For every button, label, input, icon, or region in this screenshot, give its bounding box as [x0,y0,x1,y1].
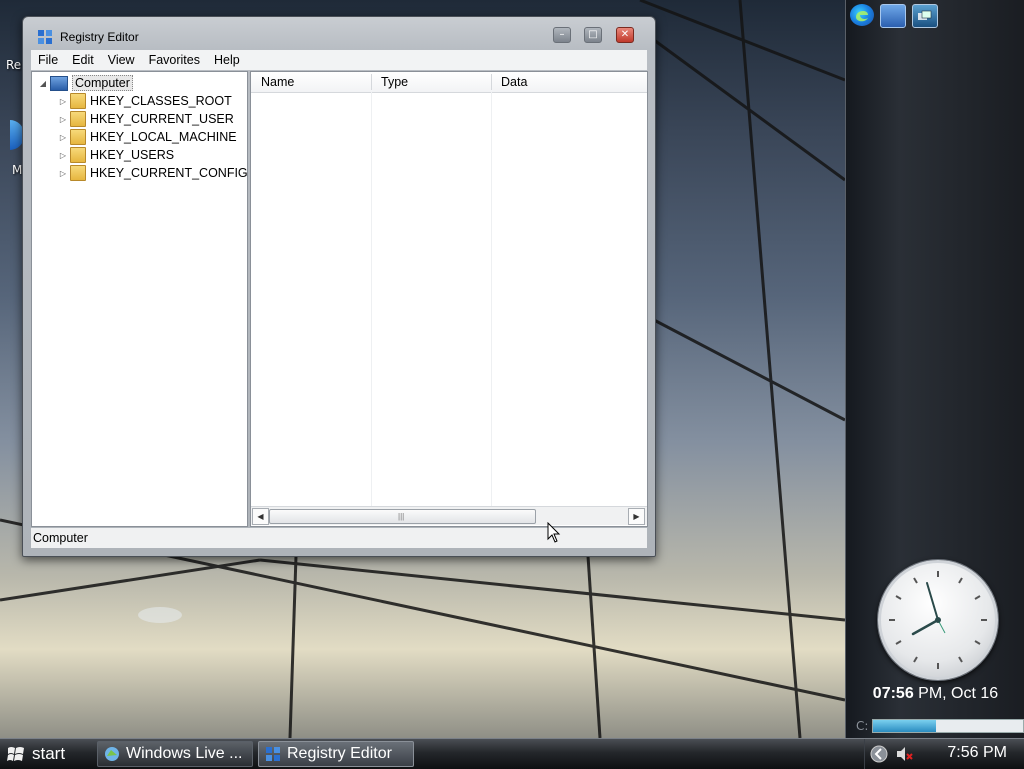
regedit-icon [266,747,280,761]
start-button[interactable]: start [0,739,90,769]
folder-icon [70,93,86,109]
quick-launch [850,4,938,28]
column-divider[interactable] [371,74,372,90]
expand-arrow-icon[interactable]: ▷ [58,115,68,124]
hour-hand [911,618,940,636]
computer-icon [50,75,68,91]
show-hidden-icons-icon[interactable] [869,744,889,764]
tree-item-label: HKEY_CURRENT_CONFIG [90,166,248,180]
column-type[interactable]: Type [381,75,408,89]
scroll-right-icon[interactable]: ▶ [628,508,645,525]
clock-face-icon [889,571,987,669]
column-data[interactable]: Data [501,75,527,89]
desktop-icon-label-recycle[interactable]: Re [6,58,21,72]
taskbar-button-label: Windows Live ... [126,745,243,762]
tree-item-hkcc[interactable]: ▷ HKEY_CURRENT_CONFIG [58,164,248,182]
windows-sidebar: 07:56 PM, Oct 16 C: [845,0,1024,738]
clock-date-text: 07:56 PM, Oct 16 [846,685,1024,703]
tree-item-hku[interactable]: ▷ HKEY_USERS [58,146,174,164]
scroll-left-icon[interactable]: ◀ [252,508,269,525]
values-list-pane[interactable]: Name Type Data ◀ ||| ▶ [250,71,648,527]
menu-file[interactable]: File [31,53,65,67]
horizontal-scrollbar[interactable]: ◀ ||| ▶ [251,506,647,525]
menu-edit[interactable]: Edit [65,53,101,67]
show-desktop-icon[interactable] [880,4,906,28]
mouse-cursor-icon [547,522,561,543]
tree-item-computer[interactable]: ◢ Computer [38,74,133,92]
status-text: Computer [33,531,88,545]
desktop-icon-label-computer[interactable]: M [12,163,22,177]
registry-editor-window[interactable]: Registry Editor – □ ✕ File Edit View Fav… [22,16,656,557]
column-divider[interactable] [491,74,492,90]
clock-date: PM, Oct 16 [913,685,999,702]
edge-icon[interactable] [850,4,874,26]
volume-muted-icon[interactable] [895,746,915,762]
folder-icon [70,129,86,145]
folder-icon [70,165,86,181]
column-guide [491,92,492,506]
tree-item-label: HKEY_CLASSES_ROOT [90,94,232,108]
folder-icon [70,147,86,163]
collapse-arrow-icon[interactable]: ◢ [38,79,48,88]
taskbar-button-label: Registry Editor [287,745,392,762]
start-label: start [32,744,66,763]
minute-hand [926,582,939,621]
expand-arrow-icon[interactable]: ▷ [58,97,68,106]
tree-item-label: HKEY_LOCAL_MACHINE [90,130,237,144]
taskbar: start Windows Live ... Registry Editor 7… [0,738,1024,769]
maximize-icon: □ [588,29,598,40]
tree-pane[interactable]: ◢ Computer ▷ HKEY_CLASSES_ROOT ▷ HKEY_CU… [31,71,248,527]
tree-item-label: HKEY_USERS [90,148,175,162]
menu-help[interactable]: Help [207,53,247,67]
drive-meter-gadget[interactable]: C: [856,718,1024,734]
folder-icon [70,111,86,127]
tree-item-label: HKEY_CURRENT_USER [90,112,234,126]
menu-favorites[interactable]: Favorites [142,53,207,67]
minimize-icon: – [559,29,565,40]
drive-usage-bar [872,719,1024,733]
tree-item-hkcu[interactable]: ▷ HKEY_CURRENT_USER [58,110,234,128]
system-tray: 7:56 PM [864,739,1024,769]
minimize-button[interactable]: – [553,27,571,43]
expand-arrow-icon[interactable]: ▷ [58,151,68,160]
clock-time: 07:56 [872,685,914,702]
tree-item-hklm[interactable]: ▷ HKEY_LOCAL_MACHINE [58,128,237,146]
expand-arrow-icon[interactable]: ▷ [58,133,68,142]
close-button[interactable]: ✕ [616,27,634,43]
tray-clock[interactable]: 7:56 PM [947,744,1007,762]
menu-view[interactable]: View [101,53,142,67]
flip-3d-icon[interactable] [912,4,938,28]
title-bar[interactable]: Registry Editor – □ ✕ [23,17,655,49]
clock-gadget[interactable] [878,560,998,680]
column-guide [371,92,372,506]
window-title: Registry Editor [60,30,139,44]
menu-bar: File Edit View Favorites Help [31,50,647,70]
drive-label: C: [856,719,869,733]
taskbar-button-windows-live[interactable]: Windows Live ... [97,741,253,767]
drive-usage-fill [873,720,937,732]
taskbar-button-registry-editor[interactable]: Registry Editor [258,741,414,767]
regedit-icon [37,29,53,45]
tree-item-hkcr[interactable]: ▷ HKEY_CLASSES_ROOT [58,92,232,110]
expand-arrow-icon[interactable]: ▷ [58,169,68,178]
maximize-button[interactable]: □ [584,27,602,43]
tree-item-label: Computer [72,75,133,91]
scroll-thumb[interactable]: ||| [269,509,536,524]
list-header: Name Type Data [251,72,647,93]
close-icon: ✕ [620,29,630,40]
column-name[interactable]: Name [261,75,294,89]
scroll-grip-icon: ||| [398,512,405,521]
windows-logo-icon [7,747,24,761]
windows-live-icon [105,747,119,761]
